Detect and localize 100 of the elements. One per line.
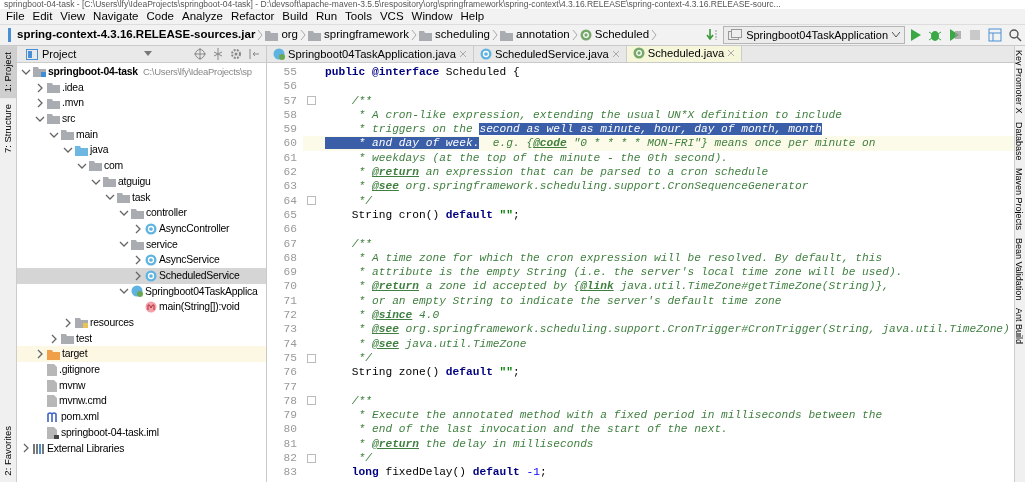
code-line: * triggers on the second as well as minute, hour, day of month, month: [357, 122, 822, 137]
tool-window-tab[interactable]: 2: Favorites: [0, 420, 16, 482]
tree-item[interactable]: .gitignore: [17, 362, 266, 378]
libraries-icon: [33, 442, 45, 454]
code-line: * @since 4.0: [357, 308, 440, 323]
chevron-icon[interactable]: [35, 349, 45, 360]
breadcrumb[interactable]: scheduling: [417, 26, 492, 44]
menu-item[interactable]: Run: [311, 9, 342, 24]
tree-item[interactable]: AsyncService: [17, 252, 266, 268]
tree-item[interactable]: External Libraries: [17, 440, 266, 457]
folder-icon: [33, 66, 46, 78]
tree-item[interactable]: service: [17, 236, 266, 253]
tree-item[interactable]: springboot-04-task C:\Users\lfy\IdeaProjects\sp: [17, 64, 266, 80]
menu-item[interactable]: Tools: [341, 9, 376, 24]
tree-item[interactable]: mvnw.cmd: [17, 393, 266, 410]
code-line: /**: [350, 393, 372, 409]
chevron-icon[interactable]: [35, 82, 45, 93]
menu-item[interactable]: Help: [456, 9, 489, 24]
window-title: springboot-04-task - [C:\Users\lfy\IdeaProjects\springboot-04-task] - D:\devsoft\apache-maven-3.5.5\respository\org\springframework\spring-context\4.3.16.RELEASE\spring-context-4.3.16.RELEASE-sourc...: [0, 0, 1025, 9]
hide-icon: [248, 48, 260, 60]
tree-item[interactable]: target: [17, 346, 266, 363]
editor-tab[interactable]: Scheduled.java: [626, 46, 743, 62]
tree-item[interactable]: mvnw: [17, 377, 266, 394]
tree-item[interactable]: com: [17, 158, 266, 174]
run-configuration-dropdown[interactable]: Springboot04TaskApplication: [723, 26, 905, 44]
tree-item[interactable]: task: [17, 189, 266, 206]
fold-marker-icon[interactable]: [306, 96, 316, 106]
fold-marker-icon[interactable]: [306, 453, 316, 463]
fold-marker-icon[interactable]: [306, 196, 316, 206]
folder-icon: [419, 29, 432, 41]
chevron-right-icon: [651, 29, 658, 41]
fold-marker-icon[interactable]: [306, 353, 316, 363]
class-icon: [145, 254, 157, 267]
chevron-icon[interactable]: [49, 333, 59, 344]
folder-icon: [75, 144, 88, 156]
tree-item[interactable]: springboot-04-task.iml: [17, 424, 266, 441]
tree-item[interactable]: pom.xml: [17, 409, 266, 425]
annotation-icon: [632, 47, 645, 59]
menu-item[interactable]: File: [2, 9, 29, 24]
tool-window-tab[interactable]: 1: Project: [0, 46, 16, 99]
code-line: * @see org.springframework.scheduling.support.CronTrigger#CronTrigger(String, java.util.TimeZone): [357, 322, 1010, 337]
tree-item[interactable]: main(String[]):void: [17, 299, 266, 315]
breadcrumb[interactable]: spring-context-4.3.16.RELEASE-sources.jar: [6, 26, 258, 44]
chevron-right-icon: [257, 29, 264, 41]
code-line: * @see org.springframework.scheduling.support.CronSequenceGenerator: [357, 179, 809, 194]
menu-item[interactable]: Edit: [28, 9, 57, 24]
code-line: * @return the delay in milliseconds: [357, 436, 594, 451]
close-icon: [611, 50, 620, 58]
file-icon: [47, 363, 57, 376]
tree-item[interactable]: .mvn: [17, 95, 266, 112]
chevron-icon[interactable]: [133, 223, 143, 234]
code-line: * @see java.util.TimeZone: [357, 336, 527, 351]
folder-icon: [61, 129, 74, 141]
tool-window-tab[interactable]: 7: Structure: [0, 98, 16, 160]
tree-item[interactable]: java: [17, 142, 266, 159]
breadcrumb[interactable]: springframework: [306, 26, 411, 44]
menu-item[interactable]: VCS: [375, 9, 408, 24]
code-line: /**: [350, 93, 372, 108]
settings-icon: [230, 48, 242, 60]
folder-icon: [117, 191, 130, 203]
class-icon: [131, 285, 143, 298]
folder-icon: [131, 207, 144, 219]
method-icon: [145, 301, 157, 314]
tree-item[interactable]: src: [17, 111, 266, 127]
chevron-right-icon: [300, 29, 306, 41]
chevron-icon[interactable]: [63, 317, 73, 328]
chevron-icon[interactable]: [21, 443, 31, 454]
fold-marker-icon[interactable]: [306, 396, 316, 406]
class-icon: [145, 222, 157, 235]
folder-icon: [47, 97, 60, 109]
close-icon: [727, 49, 736, 57]
chevron-icon[interactable]: [133, 270, 143, 281]
menu-item[interactable]: Navigate: [89, 9, 143, 24]
tree-item[interactable]: main: [17, 126, 266, 143]
folder-icon: [75, 317, 88, 329]
tree-item[interactable]: .idea: [17, 79, 266, 96]
code-line: */: [357, 350, 372, 366]
tree-item[interactable]: test: [17, 330, 266, 347]
breadcrumb[interactable]: Scheduled: [577, 26, 652, 44]
code-line: * A cron-like expression, extending the usual UN*X definition to include: [357, 107, 842, 123]
tree-item[interactable]: controller: [17, 205, 266, 221]
menu-item[interactable]: Refactor: [226, 9, 279, 24]
chevron-icon[interactable]: [35, 98, 45, 109]
chevron-icon[interactable]: [133, 255, 143, 266]
menu-item[interactable]: Code: [142, 9, 178, 24]
tree-item[interactable]: AsyncController: [17, 220, 266, 237]
breadcrumb[interactable]: annotation: [498, 26, 572, 44]
breadcrumb[interactable]: org: [263, 26, 300, 44]
tree-item[interactable]: ScheduledService: [17, 267, 266, 284]
tree-item[interactable]: resources: [17, 315, 266, 331]
tree-item[interactable]: Springboot04TaskApplica: [17, 283, 266, 300]
code-line: * weekdays (at the top of the minute - the 0th second).: [357, 150, 728, 166]
code-line: long fixedDelay() default -1;: [350, 465, 547, 480]
menu-item[interactable]: View: [56, 9, 90, 24]
menu-item[interactable]: Build: [278, 9, 312, 24]
menu-item[interactable]: Analyze: [177, 9, 227, 24]
code-line: * @return a zone id accepted by {@link java.util.TimeZone#getTimeZone(String)},: [357, 279, 889, 294]
line-number: 60: [267, 136, 303, 151]
tree-item[interactable]: atguigu: [17, 173, 266, 190]
menu-item[interactable]: Window: [407, 9, 457, 24]
